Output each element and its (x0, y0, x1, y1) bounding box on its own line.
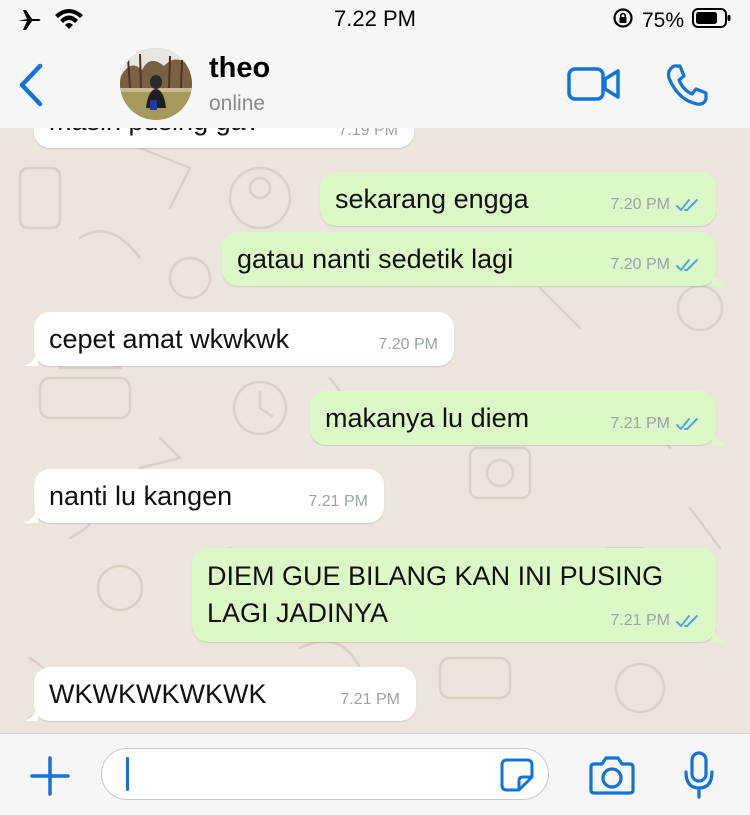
message-text: WKWKWKWKWK (49, 679, 267, 709)
message-time: 7.20 PM (378, 336, 438, 353)
status-bar: 7.22 PM 75% (0, 0, 750, 40)
message-outgoing[interactable]: DIEM GUE BILANG KAN INI PUSING LAGI JADI… (192, 548, 726, 642)
bubble-tail (712, 427, 726, 445)
message-text: cepet amat wkwkwk (49, 324, 290, 354)
message-time: 7.21 PM (340, 691, 400, 708)
message-time: 7.20 PM (610, 256, 670, 273)
message-meta: 7.20 PM (378, 336, 438, 354)
message-text: nanti lu kangen (49, 481, 233, 511)
contact-status: online (209, 92, 266, 115)
rotation-lock-icon (612, 7, 634, 35)
message-input[interactable] (124, 757, 488, 793)
bubble-tail (712, 268, 726, 286)
chat-area[interactable]: masih pusing ga? 7.19 PM sekarang engga … (0, 128, 750, 733)
message-time: 7.20 PM (610, 196, 670, 213)
text-cursor (126, 757, 129, 791)
bubble-tail (24, 703, 38, 721)
message-meta: 7.19 PM (338, 128, 398, 140)
sticker-button[interactable] (499, 757, 535, 793)
read-receipt-icon (676, 259, 698, 271)
chat-header: theo online (0, 40, 750, 129)
voice-call-button[interactable] (664, 62, 710, 108)
video-camera-icon (567, 67, 620, 101)
read-receipt-icon (676, 418, 698, 430)
read-receipt-icon (676, 615, 698, 627)
bubble-tail (24, 505, 38, 523)
message-incoming[interactable]: nanti lu kangen 7.21 PM (24, 469, 384, 523)
message-time: 7.21 PM (610, 415, 670, 432)
microphone-button[interactable] (682, 750, 716, 800)
message-text: gatau nanti sedetik lagi (237, 244, 514, 274)
sticker-icon (500, 758, 534, 792)
camera-button[interactable] (588, 754, 636, 796)
message-outgoing[interactable]: sekarang engga 7.20 PM (320, 172, 716, 226)
message-time: 7.21 PM (308, 493, 368, 510)
message-incoming[interactable]: WKWKWKWKWK 7.21 PM (24, 667, 416, 721)
message-incoming[interactable]: cepet amat wkwkwk 7.20 PM (24, 312, 454, 366)
contact-name[interactable]: theo (209, 52, 270, 85)
message-meta: 7.20 PM (610, 196, 700, 214)
attach-button[interactable] (28, 754, 72, 798)
message-input-container[interactable] (101, 748, 549, 800)
microphone-icon (684, 751, 714, 799)
back-button[interactable] (14, 62, 50, 108)
plus-icon (30, 756, 70, 796)
battery-percent: 75% (641, 9, 684, 32)
message-text: masih pusing ga? (49, 128, 261, 137)
video-call-button[interactable] (566, 64, 622, 104)
input-bar (0, 733, 750, 815)
message-time: 7.19 PM (338, 128, 398, 139)
message-meta: 7.21 PM (340, 691, 400, 709)
battery-icon (692, 7, 732, 35)
message-meta: 7.21 PM (610, 612, 700, 630)
message-time: 7.21 PM (610, 612, 670, 629)
message-meta: 7.21 PM (308, 493, 368, 511)
phone-icon (666, 64, 708, 106)
message-outgoing[interactable]: makanya lu diem 7.21 PM (310, 391, 726, 445)
bubble-tail (24, 348, 38, 366)
camera-icon (589, 756, 635, 795)
message-outgoing[interactable]: gatau nanti sedetik lagi 7.20 PM (222, 232, 726, 286)
message-incoming[interactable]: masih pusing ga? 7.19 PM (34, 128, 414, 148)
message-text: makanya lu diem (325, 403, 530, 433)
message-text: sekarang engga (335, 184, 529, 214)
message-meta: 7.20 PM (610, 256, 700, 274)
avatar[interactable] (120, 48, 192, 120)
message-meta: 7.21 PM (610, 415, 700, 433)
bubble-tail (712, 624, 726, 642)
back-chevron-icon (19, 63, 43, 107)
read-receipt-icon (676, 199, 698, 211)
